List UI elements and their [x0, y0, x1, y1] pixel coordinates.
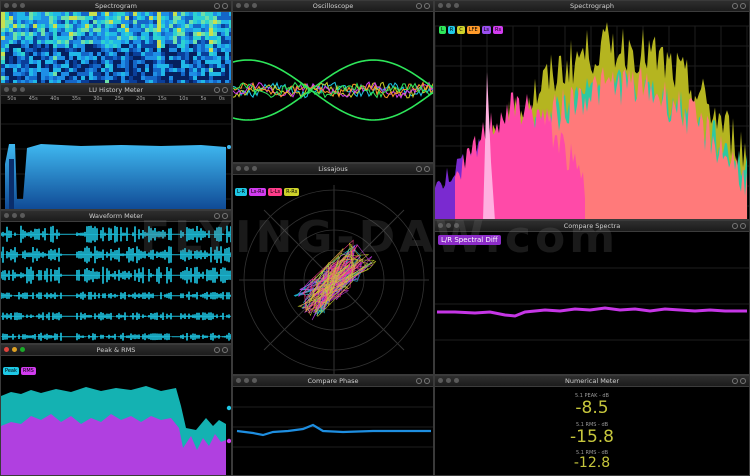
- waveform-tracks: [1, 225, 231, 341]
- oscilloscope-titlebar: Oscilloscope: [233, 1, 433, 12]
- time-axis: 50s 45s 40s 35s 30s 25s 20s 15s 10s 5s 0…: [1, 96, 231, 104]
- oscilloscope-traces: [233, 59, 433, 121]
- options-icon[interactable]: [222, 213, 228, 219]
- options-icon[interactable]: [424, 3, 430, 9]
- settings-icon[interactable]: [416, 378, 422, 384]
- channel-r-tag[interactable]: R: [447, 26, 456, 34]
- channel-lfe-tag[interactable]: LFE: [466, 26, 480, 34]
- panel-title: Lissajous: [318, 165, 348, 173]
- spectrogram-panel: Spectrogram: [0, 0, 232, 84]
- peak-rms-display: Peak RMS: [1, 356, 231, 475]
- peak-value: -8.5: [575, 398, 609, 418]
- settings-icon[interactable]: [214, 3, 220, 9]
- spectrograph-panel: Spectrograph L R C LFE Ls Rs: [434, 0, 750, 220]
- settings-icon[interactable]: [214, 87, 220, 93]
- settings-icon[interactable]: [732, 223, 738, 229]
- options-icon[interactable]: [740, 378, 746, 384]
- waveform-meter-panel: Waveform Meter: [0, 210, 232, 344]
- options-icon[interactable]: [424, 378, 430, 384]
- oscilloscope-panel: Oscilloscope: [232, 0, 434, 163]
- settings-icon[interactable]: [214, 347, 220, 353]
- panel-title: Compare Spectra: [563, 222, 621, 230]
- compare-spectra-panel: Compare Spectra L/R Spectral Diff: [434, 220, 750, 375]
- spectral-diff-graph: [435, 267, 749, 341]
- lissajous-titlebar: Lissajous: [233, 164, 433, 175]
- compare-phase-titlebar: Compare Phase: [233, 376, 433, 387]
- rrs-tag[interactable]: R-Rs: [284, 188, 300, 196]
- settings-icon[interactable]: [214, 213, 220, 219]
- time-tick: 30s: [93, 96, 103, 102]
- spectrogram-titlebar: Spectrogram: [1, 1, 231, 12]
- options-icon[interactable]: [740, 3, 746, 9]
- options-icon[interactable]: [222, 87, 228, 93]
- panel-title: Compare Phase: [307, 377, 359, 385]
- channel-l-tag[interactable]: L: [439, 26, 446, 34]
- panel-title: Waveform Meter: [89, 212, 143, 220]
- lissajous-display: L-R Ls-Rs L-Ls R-Rs: [233, 175, 433, 374]
- time-tick: 20s: [136, 96, 146, 102]
- panel-title: Spectrogram: [95, 2, 137, 10]
- options-icon[interactable]: [222, 3, 228, 9]
- waveform-display: [1, 222, 231, 343]
- time-tick: 35s: [71, 96, 81, 102]
- compare-spectra-display: L/R Spectral Diff: [435, 232, 749, 374]
- compare-phase-display: [233, 387, 433, 475]
- spectrograph-display: L R C LFE Ls Rs: [435, 12, 749, 219]
- panel-title: LU History Meter: [88, 86, 144, 94]
- lu-history-panel: LU History Meter 50s 45s 40s 35s 30s 25s…: [0, 84, 232, 210]
- time-tick: 50s: [7, 96, 17, 102]
- lu-history-titlebar: LU History Meter: [1, 85, 231, 96]
- panel-title: Oscilloscope: [312, 2, 354, 10]
- phase-graph: [233, 406, 433, 448]
- lsrs-tag[interactable]: Ls-Rs: [248, 188, 267, 196]
- channel-rs-tag[interactable]: Rs: [493, 26, 504, 34]
- rms-value: -15.8: [570, 427, 614, 447]
- time-tick: 0s: [218, 96, 225, 102]
- spectrograph-graph: [435, 22, 749, 219]
- oscilloscope-display: [233, 12, 433, 162]
- panel-title: Peak & RMS: [96, 346, 136, 354]
- time-tick: 15s: [157, 96, 167, 102]
- panel-title: Spectrograph: [570, 2, 614, 10]
- lissajous-plot: [239, 185, 429, 374]
- spectral-diff-badge[interactable]: L/R Spectral Diff: [438, 235, 501, 245]
- time-tick: 5s: [200, 96, 207, 102]
- options-icon[interactable]: [222, 347, 228, 353]
- channel-ls-tag[interactable]: Ls: [481, 26, 491, 34]
- lls-tag[interactable]: L-Ls: [268, 188, 283, 196]
- options-icon[interactable]: [424, 166, 430, 172]
- compare-phase-panel: Compare Phase: [232, 375, 434, 476]
- waveform-titlebar: Waveform Meter: [1, 211, 231, 222]
- settings-icon[interactable]: [732, 3, 738, 9]
- lr-tag[interactable]: L-R: [235, 188, 247, 196]
- peak-rms-titlebar: Peak & RMS: [1, 345, 231, 356]
- time-tick: 45s: [28, 96, 38, 102]
- time-tick: 25s: [114, 96, 124, 102]
- rms-value: -12.8: [573, 455, 611, 471]
- compare-spectra-titlebar: Compare Spectra: [435, 221, 749, 232]
- panel-title: Numerical Meter: [564, 377, 620, 385]
- numerical-meter-display: 5.1 PEAK - dB -8.5 5.1 RMS - dB -15.8 5.…: [435, 387, 749, 475]
- peak-rms-panel: Peak & RMS Peak RMS: [0, 344, 232, 476]
- numerical-meter-titlebar: Numerical Meter: [435, 376, 749, 387]
- settings-icon[interactable]: [416, 3, 422, 9]
- settings-icon[interactable]: [416, 166, 422, 172]
- lissajous-panel: Lissajous L-R Ls-Rs L-Ls R-Rs: [232, 163, 434, 375]
- lu-history-graph: [1, 123, 231, 209]
- spectrogram-heatmap: [1, 12, 231, 83]
- spectrograph-titlebar: Spectrograph: [435, 1, 749, 12]
- rms-tag[interactable]: RMS: [20, 367, 36, 375]
- lu-history-display: 50s 45s 40s 35s 30s 25s 20s 15s 10s 5s 0…: [1, 96, 231, 209]
- channel-c-tag[interactable]: C: [457, 26, 465, 34]
- numerical-meter-panel: Numerical Meter 5.1 PEAK - dB -8.5 5.1 R…: [434, 375, 750, 476]
- time-tick: 40s: [50, 96, 60, 102]
- settings-icon[interactable]: [732, 378, 738, 384]
- time-tick: 10s: [179, 96, 189, 102]
- spectrogram-display: [1, 12, 231, 83]
- options-icon[interactable]: [740, 223, 746, 229]
- peak-tag[interactable]: Peak: [3, 367, 19, 375]
